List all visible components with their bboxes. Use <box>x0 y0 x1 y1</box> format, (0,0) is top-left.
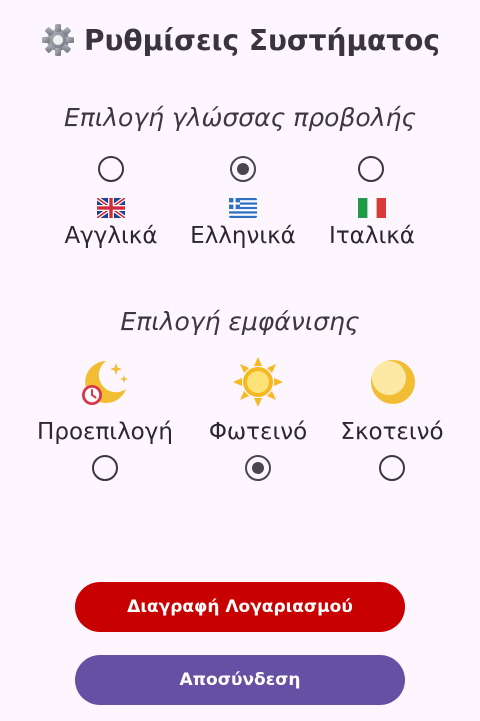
theme-label-dark: Σκοτεινό <box>340 419 444 445</box>
italy-flag-icon <box>358 198 386 218</box>
language-label-italian: Ιταλικά <box>329 223 415 249</box>
gear-icon <box>41 24 74 56</box>
theme-label-default: Προεπιλογή <box>37 419 173 445</box>
page-title-text: Ρυθμίσεις Συστήματος <box>83 23 440 57</box>
settings-screen: Ρυθμίσεις Συστήματος Επιλογή γλώσσας προ… <box>0 0 480 721</box>
moon-stars-clock-icon <box>82 361 128 405</box>
crescent-moon-icon <box>371 360 415 404</box>
language-radio-italian[interactable] <box>358 156 384 182</box>
theme-section-heading: Επιλογή εμφάνισης <box>120 307 360 336</box>
theme-radio-dark[interactable] <box>379 455 405 481</box>
language-radio-greek[interactable] <box>230 156 256 182</box>
sun-icon <box>233 357 283 407</box>
logout-button[interactable]: Αποσύνδεση <box>75 655 405 705</box>
page-title: Ρυθμίσεις Συστήματος <box>0 22 480 58</box>
language-radio-english[interactable] <box>98 156 124 182</box>
theme-radio-default[interactable] <box>92 455 118 481</box>
delete-account-button[interactable]: Διαγραφή Λογαριασμού <box>75 582 405 632</box>
theme-radio-light[interactable] <box>245 455 271 481</box>
greece-flag-icon <box>229 198 257 218</box>
uk-flag-icon <box>97 198 125 218</box>
language-section-heading: Επιλογή γλώσσας προβολής <box>63 103 417 132</box>
